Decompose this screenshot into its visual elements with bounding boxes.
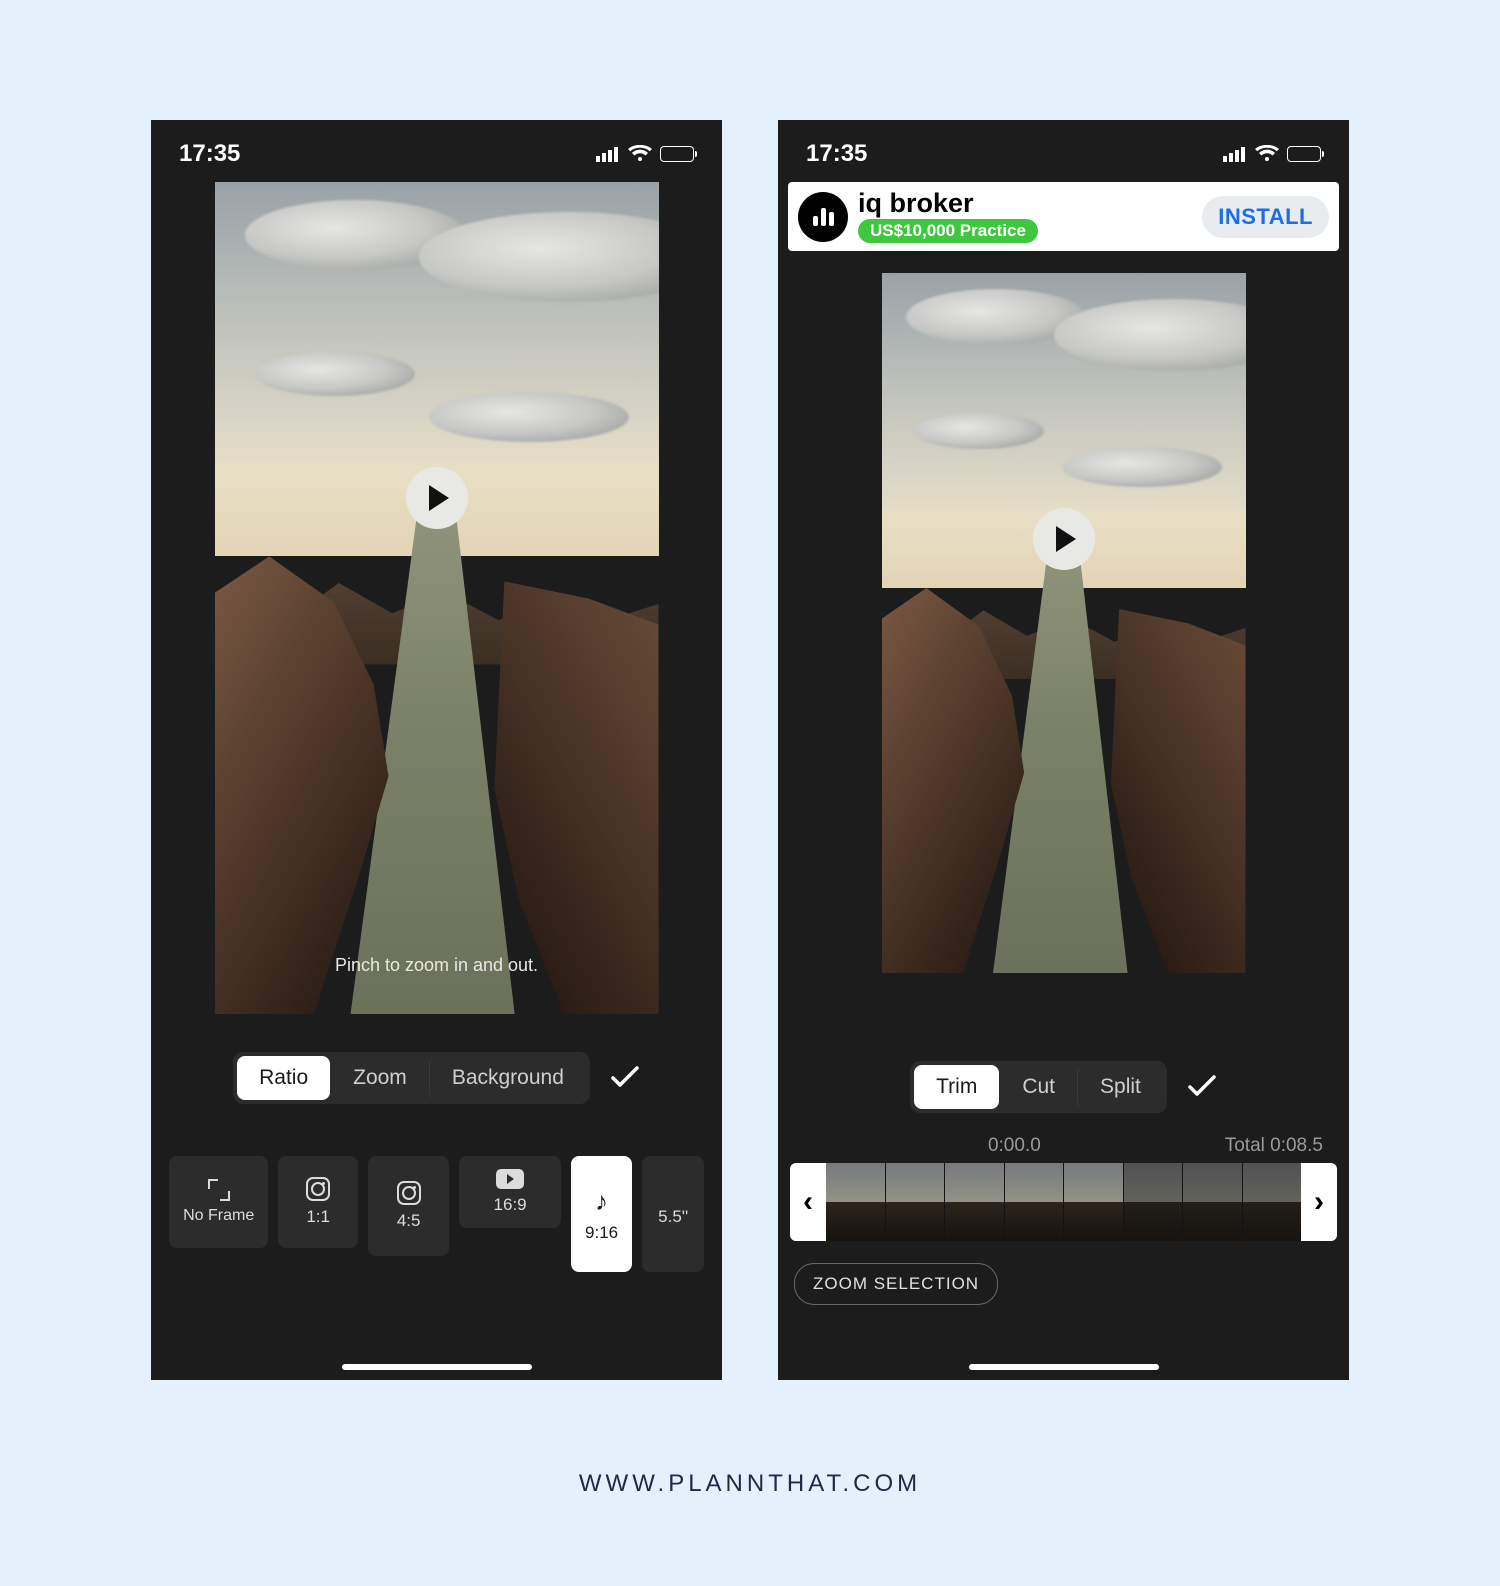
ad-app-icon	[798, 192, 848, 242]
signal-icon	[1223, 146, 1247, 162]
phone-right: 17:35 iq broker US$10,000 Practice INSTA…	[778, 120, 1349, 1380]
tab-ratio[interactable]: Ratio	[237, 1056, 330, 1100]
play-button[interactable]	[1033, 508, 1095, 570]
status-time: 17:35	[179, 140, 240, 168]
tab-split[interactable]: Split	[1077, 1065, 1163, 1109]
trim-handle-left[interactable]: ‹	[790, 1163, 826, 1241]
trim-handle-right[interactable]: ›	[1301, 1163, 1337, 1241]
ad-subtitle: US$10,000 Practice	[858, 219, 1038, 243]
ratio-16-9[interactable]: 16:9	[459, 1156, 560, 1228]
instagram-icon	[306, 1177, 330, 1201]
battery-icon	[1287, 146, 1321, 162]
zoom-hint: Pinch to zoom in and out.	[215, 955, 659, 976]
trim-timeline[interactable]: ‹ ›	[790, 1163, 1337, 1241]
frame-strip[interactable]	[826, 1163, 1301, 1241]
current-time: 0:00.0	[988, 1135, 1041, 1157]
tab-trim[interactable]: Trim	[914, 1065, 999, 1109]
ad-title: iq broker	[858, 190, 1192, 217]
status-time: 17:35	[806, 140, 867, 168]
noframe-icon	[208, 1179, 230, 1201]
home-indicator[interactable]	[969, 1364, 1159, 1370]
zoom-selection-button[interactable]: ZOOM SELECTION	[794, 1263, 998, 1305]
edit-tabs: Trim Cut Split	[778, 1061, 1349, 1113]
ratio-no-frame[interactable]: No Frame	[169, 1156, 268, 1248]
ratio-9-16[interactable]: ♪ 9:16	[571, 1156, 633, 1272]
confirm-icon[interactable]	[610, 1066, 640, 1090]
status-indicators	[596, 145, 694, 163]
footer-url: WWW.PLANNTHAT.COM	[0, 1470, 1500, 1498]
status-bar: 17:35	[778, 120, 1349, 176]
wifi-icon	[628, 145, 652, 163]
home-indicator[interactable]	[342, 1364, 532, 1370]
youtube-icon	[496, 1169, 524, 1189]
signal-icon	[596, 146, 620, 162]
battery-icon	[660, 146, 694, 162]
ad-banner[interactable]: iq broker US$10,000 Practice INSTALL	[788, 182, 1339, 251]
install-button[interactable]: INSTALL	[1202, 196, 1329, 238]
instagram-icon	[397, 1181, 421, 1205]
confirm-icon[interactable]	[1187, 1075, 1217, 1099]
segmented-control: Ratio Zoom Background	[233, 1052, 590, 1104]
edit-tabs: Ratio Zoom Background	[151, 1052, 722, 1104]
tiktok-icon: ♪	[595, 1186, 608, 1217]
wifi-icon	[1255, 145, 1279, 163]
tab-cut[interactable]: Cut	[999, 1065, 1077, 1109]
total-time: Total 0:08.5	[1225, 1135, 1323, 1157]
tab-background[interactable]: Background	[429, 1056, 586, 1100]
segmented-control: Trim Cut Split	[910, 1061, 1167, 1113]
status-bar: 17:35	[151, 120, 722, 176]
play-button[interactable]	[406, 467, 468, 529]
ratio-options: No Frame 1:1 4:5 16:9 ♪ 9:16 5.5''	[151, 1156, 722, 1272]
ratio-4-5[interactable]: 4:5	[368, 1156, 450, 1256]
time-row: 0:00.0 Total 0:08.5	[778, 1113, 1349, 1163]
tab-zoom[interactable]: Zoom	[330, 1056, 429, 1100]
status-indicators	[1223, 145, 1321, 163]
ratio-1-1[interactable]: 1:1	[278, 1156, 358, 1248]
video-preview[interactable]	[882, 273, 1246, 973]
ratio-5-5[interactable]: 5.5''	[642, 1156, 704, 1272]
phone-left: 17:35 Pinch to zoom in and out.	[151, 120, 722, 1380]
video-preview[interactable]: Pinch to zoom in and out.	[215, 182, 659, 1014]
